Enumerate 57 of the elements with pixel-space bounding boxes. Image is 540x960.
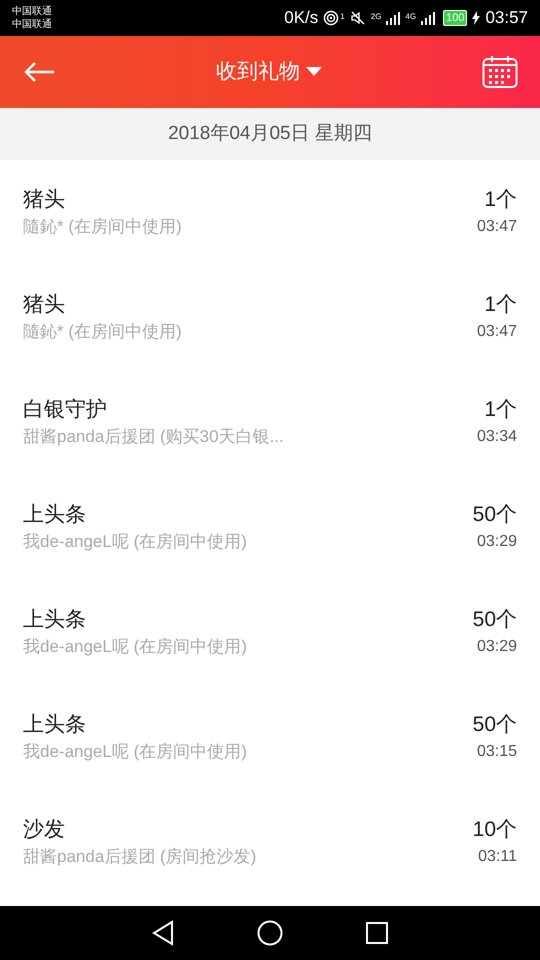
gift-count: 50个 (472, 502, 517, 528)
hotspot-count: 1 (340, 11, 345, 24)
carrier-name: 中国联通 (12, 18, 52, 31)
network-speed: 0K/s (284, 7, 318, 30)
gift-time: 03:29 (476, 637, 517, 657)
gift-count: 1个 (484, 397, 517, 423)
carrier-name: 中国联通 (12, 5, 52, 18)
back-arrow-icon (23, 61, 55, 83)
gift-time: 03:29 (476, 532, 517, 552)
gift-row[interactable]: 上头条 我de-angeL呢 (在房间中使用) 50个 03:29 (0, 475, 540, 580)
gift-sender: 甜酱panda后援团 (购买30天白银... (23, 426, 284, 448)
gift-row[interactable]: 沙发 甜酱panda后援团 (房间抢沙发) 10个 03:11 (0, 790, 540, 895)
gift-time: 03:34 (476, 427, 517, 447)
gift-time: 03:15 (476, 742, 517, 762)
gift-count: 50个 (472, 607, 517, 633)
gift-sender: 甜酱panda后援团 (房间抢沙发) (23, 846, 256, 868)
back-nav-icon[interactable] (151, 920, 175, 946)
charging-icon (472, 11, 480, 25)
gift-name: 白银守护 (23, 397, 108, 423)
gift-time: 03:47 (476, 217, 517, 237)
gift-name: 上头条 (23, 607, 87, 633)
calendar-icon (482, 55, 518, 89)
home-nav-icon[interactable] (257, 920, 283, 946)
gift-row[interactable]: 猪头 隨鈊* (在房间中使用) 1个 03:47 (0, 160, 540, 265)
gift-name: 沙发 (23, 817, 66, 843)
date-label: 2018年04月05日 星期四 (168, 122, 372, 146)
gift-name: 猪头 (23, 187, 66, 213)
gift-name: 上头条 (23, 502, 87, 528)
network-type: 4G (405, 11, 416, 24)
gift-sender: 隨鈊* (在房间中使用) (23, 216, 182, 238)
gift-row[interactable]: 上头条 我de-angeL呢 (在房间中使用) 50个 03:15 (0, 685, 540, 790)
signal-icon (421, 11, 436, 25)
gift-name: 猪头 (23, 292, 66, 318)
gift-time: 03:47 (476, 322, 517, 342)
caret-icon (306, 67, 322, 77)
gift-sender: 我de-angeL呢 (在房间中使用) (23, 636, 247, 658)
gift-row[interactable]: 猪头 隨鈊* (在房间中使用) 1个 03:47 (0, 265, 540, 370)
calendar-button[interactable] (482, 54, 518, 90)
title-dropdown[interactable]: 收到礼物 (216, 56, 322, 88)
battery-level: 100 (443, 10, 468, 26)
gift-name: 上头条 (23, 712, 87, 738)
gift-count: 1个 (484, 292, 517, 318)
signal-icon (386, 11, 400, 25)
gift-sender: 我de-angeL呢 (在房间中使用) (23, 741, 247, 763)
clock-time: 03:57 (485, 7, 528, 30)
gift-count: 50个 (472, 712, 517, 738)
hotspot-icon (323, 10, 340, 26)
mute-icon (350, 10, 366, 26)
gift-row[interactable]: 上头条 我de-angeL呢 (在房间中使用) 50个 03:29 (0, 580, 540, 685)
gift-time: 03:11 (478, 847, 517, 867)
gift-row[interactable]: 白银守护 甜酱panda后援团 (购买30天白银... 1个 03:34 (0, 370, 540, 475)
gift-count: 1个 (484, 187, 517, 213)
recents-nav-icon[interactable] (365, 921, 389, 945)
network-type: 2G (370, 11, 382, 24)
gift-sender: 隨鈊* (在房间中使用) (23, 321, 182, 343)
gift-count: 10个 (472, 817, 517, 843)
gift-sender: 我de-angeL呢 (在房间中使用) (23, 531, 247, 553)
